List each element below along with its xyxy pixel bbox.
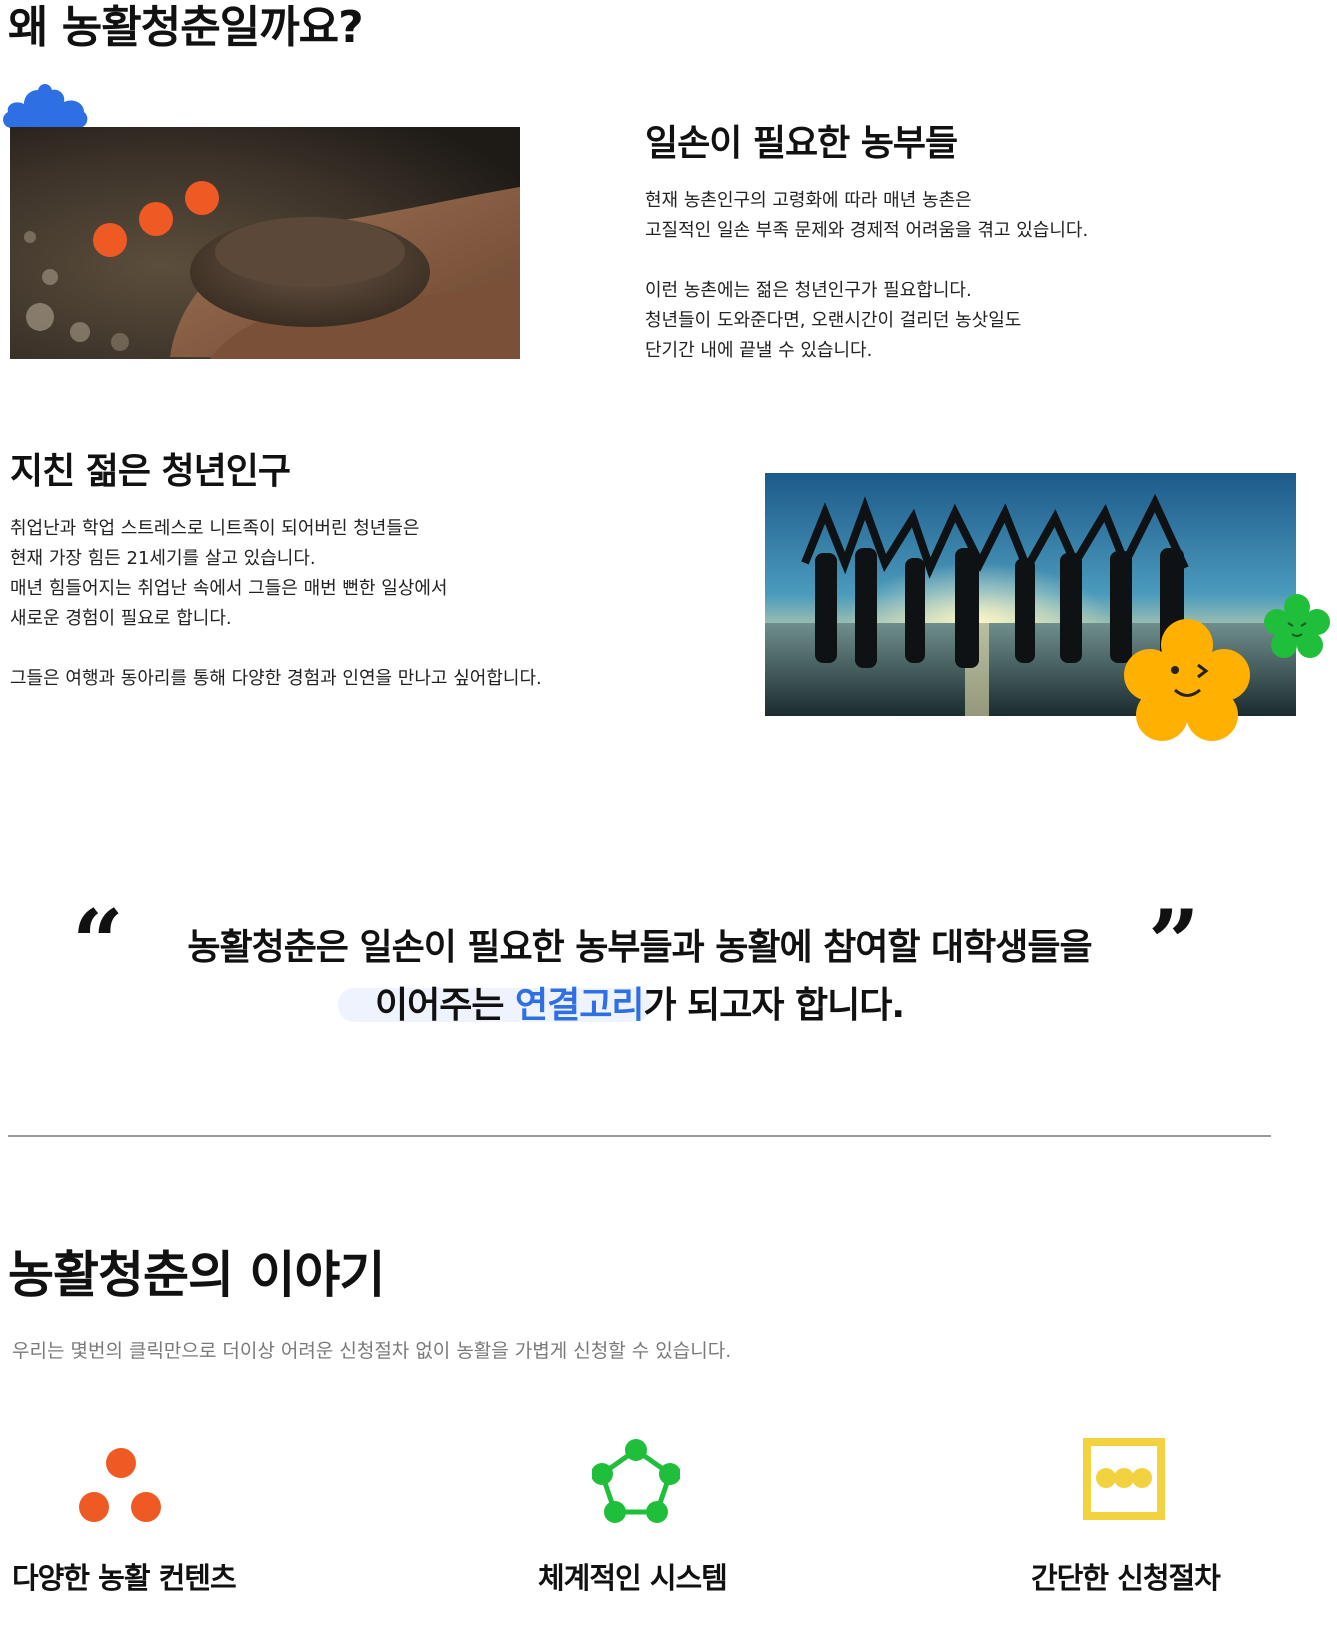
youth-text-line: 취업난과 학업 스트레스로 니트족이 되어버린 청년들은 xyxy=(10,518,420,539)
close-quote-mark: ” xyxy=(1148,890,1200,996)
quote-line-2-before: 이어주는 xyxy=(374,985,515,1026)
youth-text-line: 그들은 여행과 동아리를 통해 다양한 경험과 인연을 만나고 싶어합니다. xyxy=(10,668,542,689)
farmers-text-line: 청년들이 도와준다면, 오랜시간이 걸리던 농삿일도 xyxy=(645,310,1022,331)
three-dots-icon xyxy=(79,1448,161,1522)
feature-label-system: 체계적인 시스템 xyxy=(538,1561,728,1595)
youth-heading: 지친 젊은 청년인구 xyxy=(10,451,291,492)
orange-dot xyxy=(93,223,127,257)
orange-dot xyxy=(185,181,219,215)
farmers-text-line: 고질적인 일손 부족 문제와 경제적 어려움을 겪고 있습니다. xyxy=(645,220,1089,241)
quote-line-2-after: 가 되고자 합니다. xyxy=(643,985,905,1026)
youth-paragraph: 취업난과 학업 스트레스로 니트족이 되어버린 청년들은 현재 가장 힘든 21… xyxy=(10,514,650,694)
connection-link-highlight: 연결고리 xyxy=(514,985,644,1026)
soil-hands-photo xyxy=(10,127,520,359)
youth-text-line: 현재 가장 힘든 21세기를 살고 있습니다. xyxy=(10,548,316,569)
green-flower-mascot-icon xyxy=(1264,594,1330,658)
section-divider xyxy=(8,1135,1271,1137)
open-quote-mark: “ xyxy=(72,890,124,996)
pentagon-network-icon xyxy=(592,1439,680,1523)
farmers-paragraph: 현재 농촌인구의 고령화에 따라 매년 농촌은 고질적인 일손 부족 문제와 경… xyxy=(645,186,1245,366)
yellow-flower-mascot-icon xyxy=(1124,619,1250,741)
farmers-text-line: 현재 농촌인구의 고령화에 따라 매년 농촌은 xyxy=(645,190,972,211)
story-subtitle: 우리는 몇번의 클릭만으로 더이상 어려운 신청절차 없이 농활을 가볍게 신청… xyxy=(12,1340,732,1362)
youth-text-line: 매년 힘들어지는 취업난 속에서 그들은 매번 뻔한 일상에서 xyxy=(10,578,448,599)
farmers-text-line: 이런 농촌에는 젊은 청년인구가 필요합니다. xyxy=(645,280,972,301)
farmers-text-line: 단기간 내에 끝낼 수 있습니다. xyxy=(645,340,873,361)
orange-dot xyxy=(139,202,173,236)
feature-label-procedure: 간단한 신청절차 xyxy=(1031,1561,1221,1595)
quote-line-2: 이어주는 연결고리가 되고자 합니다. xyxy=(157,976,1122,1028)
cloud-icon xyxy=(3,84,88,128)
feature-label-contents: 다양한 농활 컨텐츠 xyxy=(12,1561,237,1595)
story-title: 농활청춘의 이야기 xyxy=(8,1246,385,1304)
page-title: 왜 농활청춘일까요? xyxy=(8,2,364,53)
quote-line-1: 농활청춘은 일손이 필요한 농부들과 농활에 참여할 대학생들을 xyxy=(187,927,1092,968)
farmers-heading: 일손이 필요한 농부들 xyxy=(645,123,958,164)
framed-dots-icon xyxy=(1083,1438,1165,1520)
youth-text-line: 새로운 경험이 필요로 합니다. xyxy=(10,608,232,629)
